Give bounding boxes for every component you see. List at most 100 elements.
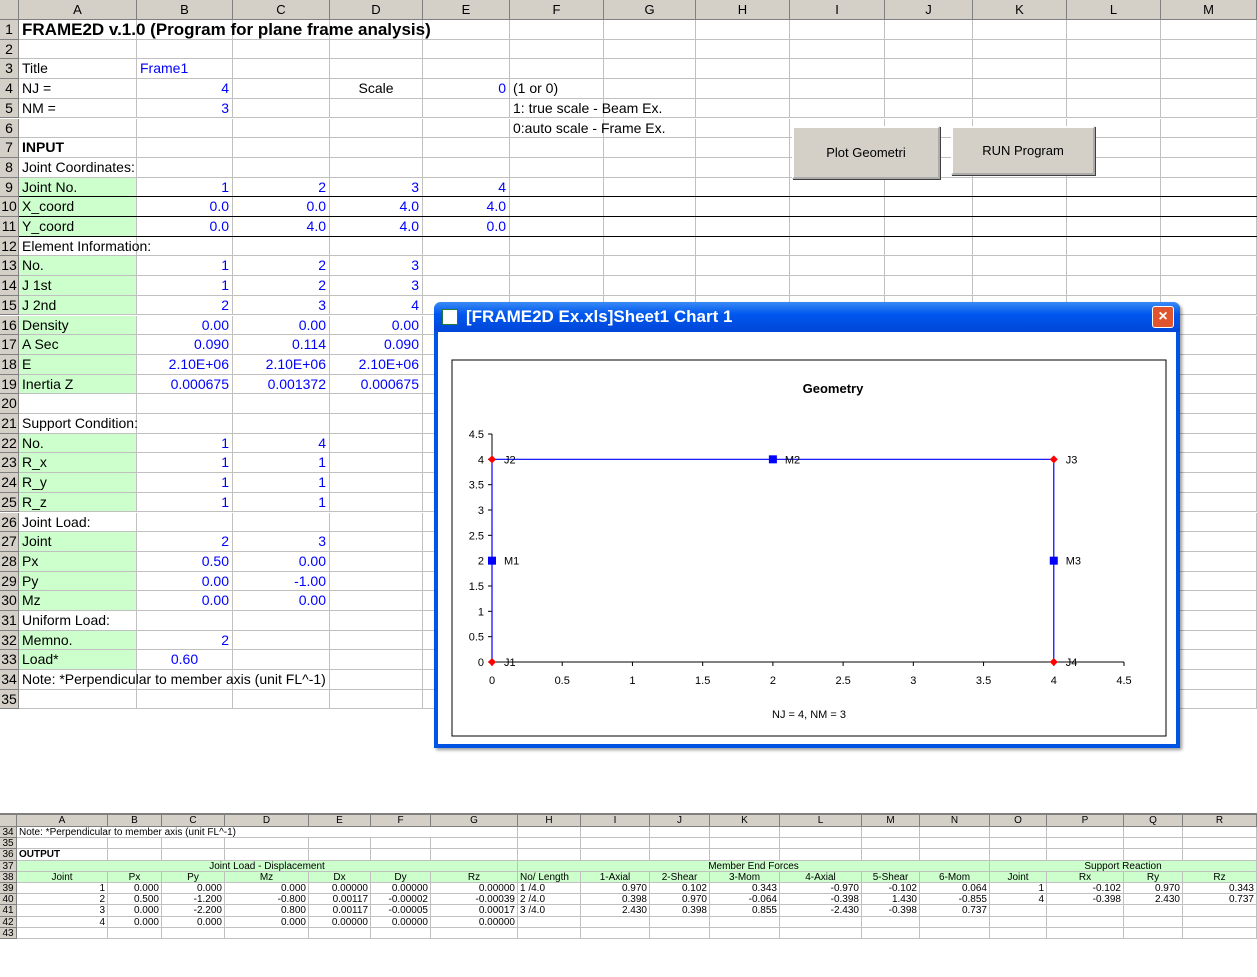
output-cell[interactable]: 0.737 xyxy=(920,905,990,917)
lower-cell[interactable] xyxy=(518,916,581,928)
cell-I9[interactable] xyxy=(790,177,885,198)
row-header-24[interactable]: 24 xyxy=(0,473,19,493)
output-cell[interactable]: 3 xyxy=(17,905,108,917)
cell-C8[interactable] xyxy=(233,157,330,178)
cell-E6[interactable] xyxy=(423,118,510,139)
lower-cell[interactable] xyxy=(162,838,225,850)
column-header-C[interactable]: C xyxy=(233,0,330,20)
cell-value-D11[interactable]: 4.0 xyxy=(330,217,423,237)
lower-column-header-L[interactable]: L xyxy=(780,815,862,827)
cell-value-B16[interactable]: 0.00 xyxy=(137,315,233,336)
cell-G4[interactable] xyxy=(604,79,696,99)
row-header-27[interactable]: 27 xyxy=(0,532,19,552)
cell-H11[interactable] xyxy=(696,217,790,237)
lower-cell[interactable] xyxy=(1047,916,1124,928)
cell-value-A8[interactable]: Joint Coordinates: xyxy=(19,157,137,178)
cell-D25[interactable] xyxy=(330,492,423,513)
cell-H4[interactable] xyxy=(696,79,790,99)
lower-cell[interactable] xyxy=(1047,838,1124,850)
lower-cell[interactable] xyxy=(1183,849,1257,861)
cell-J1[interactable] xyxy=(885,20,973,40)
cell-J10[interactable] xyxy=(885,197,973,217)
cell-H9[interactable] xyxy=(696,177,790,198)
lower-cell[interactable] xyxy=(650,849,710,861)
cell-L14[interactable] xyxy=(1067,276,1161,296)
lower-cell[interactable] xyxy=(920,827,990,839)
cell-B20[interactable] xyxy=(137,394,233,414)
cell-I13[interactable] xyxy=(790,256,885,277)
output-cell[interactable]: 2.430 xyxy=(581,905,650,917)
cell-value-D15[interactable]: 4 xyxy=(330,295,423,316)
output-cell[interactable]: -0.102 xyxy=(862,883,920,895)
lower-cell[interactable] xyxy=(710,827,780,839)
cell-D27[interactable] xyxy=(330,532,423,552)
lower-column-header-C[interactable]: C xyxy=(162,815,225,827)
cell-M3[interactable] xyxy=(1161,59,1257,80)
cell-value-C24[interactable]: 1 xyxy=(233,473,330,493)
cell-B2[interactable] xyxy=(137,39,233,60)
cell-F10[interactable] xyxy=(510,197,604,217)
lower-column-header-R[interactable]: R xyxy=(1183,815,1257,827)
lower-cell[interactable] xyxy=(371,849,431,861)
cell-D32[interactable] xyxy=(330,630,423,651)
cell-C31[interactable] xyxy=(233,611,330,631)
cell-D26[interactable] xyxy=(330,512,423,533)
lower-cell[interactable] xyxy=(309,838,371,850)
output-cell[interactable]: 0.970 xyxy=(1124,883,1183,895)
cell-E3[interactable] xyxy=(423,59,510,80)
cell-G7[interactable] xyxy=(604,138,696,158)
cell-G12[interactable] xyxy=(604,236,696,257)
lower-cell[interactable] xyxy=(990,916,1047,928)
lower-row-header-35[interactable]: 35 xyxy=(0,838,17,850)
cell-J5[interactable] xyxy=(885,98,973,119)
lower-cell[interactable] xyxy=(862,916,920,928)
lower-cell[interactable] xyxy=(650,916,710,928)
lower-column-header-Q[interactable]: Q xyxy=(1124,815,1183,827)
cell-value-A10[interactable]: X_coord xyxy=(19,197,137,217)
lower-cell[interactable] xyxy=(581,849,650,861)
lower-cell[interactable] xyxy=(1124,916,1183,928)
lower-row-header-43[interactable]: 43 xyxy=(0,927,17,939)
cell-D34[interactable] xyxy=(330,670,423,690)
cell-value-B28[interactable]: 0.50 xyxy=(137,551,233,572)
cell-H8[interactable] xyxy=(696,157,790,178)
lower-cell[interactable] xyxy=(518,838,581,850)
row-header-35[interactable]: 35 xyxy=(0,689,19,710)
cell-value-F5[interactable]: 1: true scale - Beam Ex. xyxy=(510,98,662,119)
output-header-5[interactable]: Dy xyxy=(371,871,431,883)
output-cell[interactable]: -0.064 xyxy=(710,894,780,906)
cell-value-C14[interactable]: 2 xyxy=(233,276,330,296)
output-header-1[interactable]: Px xyxy=(108,871,162,883)
output-header-6[interactable]: Rz xyxy=(431,871,518,883)
output-cell[interactable]: -0.00039 xyxy=(431,894,518,906)
cell-H3[interactable] xyxy=(696,59,790,80)
cell-B8[interactable] xyxy=(137,157,233,178)
lower-cell[interactable] xyxy=(650,927,710,939)
lower-cell[interactable] xyxy=(780,827,862,839)
output-cell[interactable]: 4 xyxy=(990,894,1047,906)
cell-B26[interactable] xyxy=(137,512,233,533)
cell-value-C17[interactable]: 0.114 xyxy=(233,335,330,355)
cell-G3[interactable] xyxy=(604,59,696,80)
cell-L12[interactable] xyxy=(1067,236,1161,257)
output-cell[interactable]: 0.000 xyxy=(108,905,162,917)
lower-cell[interactable] xyxy=(518,827,581,839)
output-cell[interactable]: 0.343 xyxy=(1183,883,1257,895)
cell-D30[interactable] xyxy=(330,591,423,611)
cell-J4[interactable] xyxy=(885,79,973,99)
row-header-1[interactable]: 1 xyxy=(0,20,19,40)
cell-I1[interactable] xyxy=(790,20,885,40)
cell-C12[interactable] xyxy=(233,236,330,257)
lower-cell[interactable] xyxy=(862,838,920,850)
cell-J11[interactable] xyxy=(885,217,973,237)
column-header-G[interactable]: G xyxy=(604,0,696,20)
cell-J2[interactable] xyxy=(885,39,973,60)
cell-value-B17[interactable]: 0.090 xyxy=(137,335,233,355)
lower-column-header-D[interactable]: D xyxy=(225,815,309,827)
lower-column-header-K[interactable]: K xyxy=(710,815,780,827)
output-header-10[interactable]: 3-Mom xyxy=(710,871,780,883)
cell-F12[interactable] xyxy=(510,236,604,257)
row-header-3[interactable]: 3 xyxy=(0,59,19,80)
lower-cell[interactable] xyxy=(1183,905,1257,917)
cell-C21[interactable] xyxy=(233,414,330,434)
